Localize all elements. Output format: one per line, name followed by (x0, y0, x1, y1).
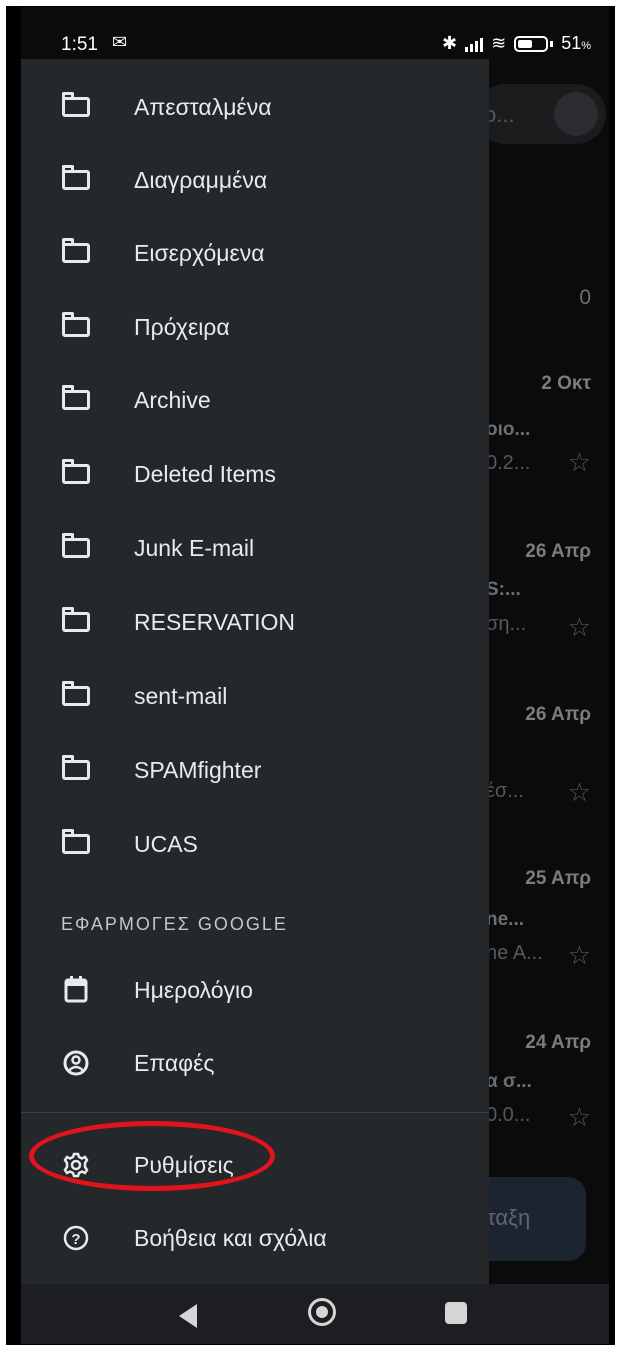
folder-label: Archive (134, 386, 211, 413)
settings-label: Ρυθμίσεις (134, 1151, 234, 1178)
folder-icon (62, 92, 90, 117)
star-icon[interactable]: ☆ (568, 612, 591, 643)
contacts-item[interactable]: Επαφές (21, 1026, 489, 1100)
avatar[interactable] (554, 92, 598, 136)
star-icon[interactable]: ☆ (568, 1102, 591, 1133)
back-icon[interactable] (179, 1304, 197, 1328)
row-subject: οιο... (486, 419, 531, 440)
folder-label: Junk E-mail (134, 534, 255, 561)
folder-item-sent[interactable]: Απεσταλμένα (21, 70, 489, 144)
drawer-divider (21, 1112, 489, 1113)
folder-label: Εισερχόμενα (134, 239, 265, 266)
folder-icon (62, 312, 90, 337)
star-icon[interactable]: ☆ (568, 447, 591, 478)
wifi-icon: ≋ (491, 33, 507, 53)
folder-item-spamfighter[interactable]: SPAMfighter (21, 733, 489, 807)
home-icon[interactable] (308, 1298, 336, 1326)
calendar-item[interactable]: Ημερολόγιο (21, 953, 489, 1027)
folder-item-archive[interactable]: Archive (21, 363, 489, 437)
battery-percent: 51% (561, 33, 591, 54)
folder-label: UCAS (134, 830, 198, 857)
folder-icon (62, 238, 90, 263)
row-subject: ne... (486, 909, 525, 930)
row-snippet: έσ... (486, 780, 524, 802)
row-subject: S:... (486, 579, 521, 600)
folder-item-ucas[interactable]: UCAS (21, 807, 489, 881)
gear-icon (63, 1152, 89, 1178)
recents-icon[interactable] (445, 1302, 467, 1324)
background-mail-list: ο... 0 2 Οκτ οιο... 0.2... ☆ 26 Απρ S:..… (456, 7, 609, 1344)
row-date: 26 Απρ (525, 541, 591, 562)
system-nav-bar (21, 1284, 609, 1344)
folder-label: RESERVATION (134, 608, 296, 635)
folder-item-sent-mail[interactable]: sent-mail (21, 659, 489, 733)
folder-label: Διαγραμμένα (134, 166, 268, 193)
bluetooth-icon: ✱ (442, 33, 458, 53)
google-apps-section-header: ΕΦΑΡΜΟΓΕΣ GOOGLE (61, 914, 288, 934)
row-snippet: 0.0... (486, 1104, 531, 1126)
svg-text:?: ? (71, 1231, 80, 1248)
status-time: 1:51 (61, 34, 98, 55)
folder-item-inbox[interactable]: Εισερχόμενα (21, 216, 489, 290)
folder-label: Πρόχειρα (134, 313, 230, 340)
calendar-label: Ημερολόγιο (134, 976, 253, 1003)
star-icon[interactable]: ☆ (568, 777, 591, 808)
folder-icon (62, 829, 90, 854)
folder-item-deleted[interactable]: Διαγραμμένα (21, 143, 489, 217)
phone-frame: ο... 0 2 Οκτ οιο... 0.2... ☆ 26 Απρ S:..… (6, 6, 615, 1345)
contacts-label: Επαφές (134, 1049, 215, 1076)
star-icon[interactable]: ☆ (568, 940, 591, 971)
folder-icon (62, 165, 90, 190)
folder-item-reservation[interactable]: RESERVATION (21, 585, 489, 659)
status-bar: 1:51 ✉ ✱ ≋ 51% (21, 7, 609, 59)
folder-item-deleted-items[interactable]: Deleted Items (21, 437, 489, 511)
row-snippet: 0.2... (486, 452, 531, 474)
battery-tip (550, 40, 554, 47)
list-count: 0 (579, 286, 591, 309)
search-bar[interactable]: ο... (476, 84, 606, 144)
help-icon: ? (63, 1225, 89, 1251)
battery-level: 51 (561, 33, 582, 53)
row-date: 25 Απρ (525, 868, 591, 889)
row-date: 2 Οκτ (541, 373, 591, 394)
mail-notification-icon: ✉ (112, 32, 128, 52)
folder-icon (62, 755, 90, 780)
battery-unit: % (581, 40, 591, 52)
navigation-drawer: Απεσταλμένα Διαγραμμένα Εισερχόμενα Πρόχ… (21, 59, 489, 1284)
folder-item-junk[interactable]: Junk E-mail (21, 511, 489, 585)
status-icons: ✱ ≋ 51% (442, 33, 591, 54)
folder-label: sent-mail (134, 682, 228, 709)
folder-label: SPAMfighter (134, 756, 262, 783)
battery-icon (514, 35, 549, 52)
row-date: 24 Απρ (525, 1032, 591, 1053)
row-snippet: ση... (486, 613, 527, 635)
settings-item[interactable]: Ρυθμίσεις (21, 1128, 489, 1202)
folder-icon (62, 681, 90, 706)
folder-item-drafts[interactable]: Πρόχειρα (21, 290, 489, 364)
folder-icon (62, 459, 90, 484)
row-snippet: ne A... (486, 942, 543, 964)
folder-icon (62, 533, 90, 558)
folder-label: Απεσταλμένα (134, 93, 272, 120)
help-label: Βοήθεια και σχόλια (134, 1224, 327, 1251)
calendar-icon (64, 976, 88, 1003)
folder-icon (62, 385, 90, 410)
row-date: 26 Απρ (525, 704, 591, 725)
row-subject: α σ... (486, 1071, 532, 1092)
contacts-icon (63, 1050, 89, 1076)
signal-icon (465, 36, 484, 52)
help-feedback-item[interactable]: ? Βοήθεια και σχόλια (21, 1201, 489, 1275)
folder-label: Deleted Items (134, 460, 276, 487)
screen: ο... 0 2 Οκτ οιο... 0.2... ☆ 26 Απρ S:..… (21, 7, 609, 1344)
folder-icon (62, 607, 90, 632)
